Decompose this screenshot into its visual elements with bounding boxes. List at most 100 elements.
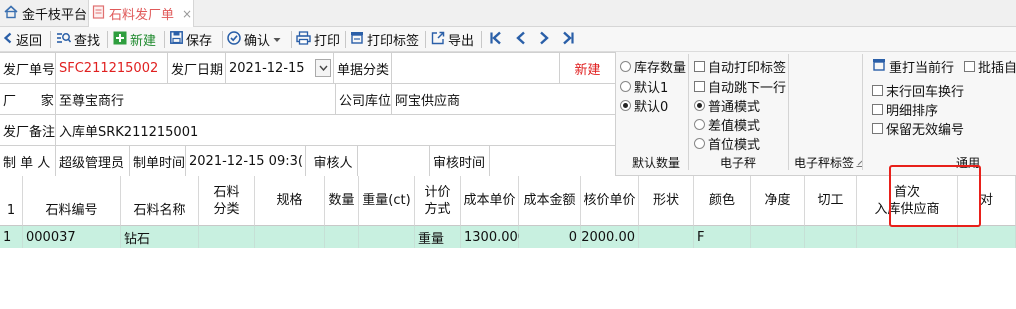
column-header-stone-code[interactable]: 石料编号 — [23, 176, 121, 226]
scale-mode-first[interactable]: 首位模式 — [694, 134, 760, 153]
first-record-button[interactable] — [489, 27, 503, 52]
column-header-extra[interactable]: 对 — [958, 176, 1016, 226]
column-header-cut[interactable]: 切工 — [805, 176, 857, 226]
dropdown-caret-icon — [273, 32, 281, 47]
scale-mode-normal[interactable]: 普通模式 — [694, 96, 760, 115]
keep-invalid-no-checkbox[interactable]: 保留无效编号 — [872, 119, 964, 138]
radio-icon — [620, 81, 631, 92]
cell-check-price[interactable]: 2000.00 — [581, 226, 639, 248]
remark-field[interactable]: 入库单SRK211215001 — [56, 115, 616, 146]
column-header-row-num[interactable]: 1 — [0, 176, 23, 226]
auto-print-label-checkbox[interactable]: 自动打印标签 — [694, 57, 786, 76]
divider — [481, 31, 482, 48]
detail-sort-checkbox[interactable]: 明细排序 — [872, 100, 938, 119]
batch-insert-label: 批插自 — [978, 61, 1016, 76]
cell-cut[interactable] — [805, 226, 857, 248]
scale-label-group-label: 电子秤标签 — [794, 156, 855, 170]
divider — [291, 31, 292, 48]
factory-field[interactable]: 至尊宝商行 — [56, 84, 336, 115]
column-header-quantity[interactable]: 数量 — [325, 176, 359, 226]
export-label: 导出 — [448, 34, 475, 49]
column-header-pricing-method[interactable]: 计价 方式 — [415, 176, 461, 226]
factory-label: 厂 家 — [0, 84, 56, 115]
group-divider — [862, 54, 863, 170]
doc-class-field[interactable] — [392, 53, 560, 84]
cell-row-num[interactable]: 1 — [0, 226, 23, 248]
table-row[interactable]: 1 000037 钻石 重量 1300.000 0 2000.00 F — [0, 226, 1016, 248]
save-label: 保存 — [186, 34, 213, 49]
batch-insert-checkbox[interactable]: 批插自 — [964, 57, 1016, 76]
close-icon[interactable]: × — [182, 7, 192, 21]
chevron-right-icon — [538, 31, 550, 49]
detail-grid: 1 石料编号 石料名称 石料 分类 规格 数量 重量(ct) 计价 方式 成本单价 成本金额 核价单… — [0, 176, 1016, 309]
back-label: 返回 — [16, 34, 43, 49]
new-button[interactable]: 新建 — [113, 27, 156, 52]
auditor-field[interactable] — [358, 146, 430, 177]
confirm-button[interactable]: 确认 — [227, 27, 281, 52]
warehouse-field[interactable]: 阿宝供应商 — [392, 84, 616, 115]
print-label-button[interactable]: 打印标签 — [350, 27, 419, 52]
remark-label: 发厂备注 — [0, 115, 56, 146]
maker-field[interactable]: 超级管理员 — [56, 146, 130, 177]
cell-stone-class[interactable] — [199, 226, 255, 248]
make-time-field[interactable]: 2021-12-15 09:3( — [186, 146, 306, 177]
column-header-clarity[interactable]: 净度 — [751, 176, 805, 226]
cell-pricing-method[interactable]: 重量 — [415, 226, 461, 248]
column-header-cost-amount[interactable]: 成本金额 — [519, 176, 581, 226]
next-record-button[interactable] — [538, 27, 550, 52]
back-button[interactable]: 返回 — [3, 27, 42, 52]
home-icon — [4, 4, 18, 23]
cell-shape[interactable] — [639, 226, 694, 248]
cell-stone-code[interactable]: 000037 — [23, 226, 121, 248]
audit-time-field[interactable] — [490, 146, 616, 177]
doc-class-label: 单据分类 — [334, 53, 392, 84]
cell-clarity[interactable] — [751, 226, 805, 248]
checkbox-icon — [964, 61, 975, 72]
tab-platform[interactable]: 金千枝平台 — [4, 0, 87, 27]
last-row-newline-checkbox[interactable]: 末行回车换行 — [872, 81, 964, 100]
qty-option-default0[interactable]: 默认0 — [620, 96, 668, 115]
cell-quantity[interactable] — [325, 226, 359, 248]
column-header-color[interactable]: 颜色 — [694, 176, 751, 226]
column-header-spec[interactable]: 规格 — [255, 176, 325, 226]
last-record-button[interactable] — [561, 27, 575, 52]
date-field[interactable]: 2021-12-15 — [226, 53, 334, 84]
column-header-cost-price[interactable]: 成本单价 — [461, 176, 519, 226]
make-time-label: 制单时间 — [130, 146, 186, 177]
order-no-field[interactable]: SFC211215002 — [56, 53, 168, 84]
chevron-down-icon — [318, 65, 328, 71]
cell-cost-price[interactable]: 1300.000 — [461, 226, 526, 248]
cell-weight[interactable] — [359, 226, 415, 248]
cell-stone-name[interactable]: 钻石 — [121, 226, 199, 248]
auto-next-row-checkbox[interactable]: 自动跳下一行 — [694, 77, 786, 96]
auto-print-label-text: 自动打印标签 — [708, 61, 787, 76]
qty-option-stock[interactable]: 库存数量 — [620, 57, 686, 76]
reprint-row-button[interactable]: 重打当前行 — [872, 57, 954, 76]
divider — [164, 31, 165, 48]
column-header-stone-name[interactable]: 石料名称 — [121, 176, 199, 226]
export-button[interactable]: 导出 — [431, 27, 474, 52]
reprint-row-label: 重打当前行 — [889, 61, 955, 76]
column-header-first-supplier[interactable]: 首次 入库供应商 — [857, 176, 958, 226]
cell-spec[interactable] — [255, 226, 325, 248]
column-header-check-price[interactable]: 核价单价 — [581, 176, 639, 226]
print-button[interactable]: 打印 — [296, 27, 340, 52]
column-header-weight[interactable]: 重量(ct) — [359, 176, 415, 226]
save-button[interactable]: 保存 — [170, 27, 212, 52]
cell-extra[interactable] — [958, 226, 1016, 248]
toolbar: 返回 查找 新建 保存 确认 打印 打印标签 导出 — [0, 27, 1016, 52]
scale-mode-diff-label: 差值模式 — [708, 119, 761, 134]
scale-mode-diff[interactable]: 差值模式 — [694, 115, 760, 134]
qty-option-default1[interactable]: 默认1 — [620, 77, 668, 96]
cell-first-supplier[interactable] — [857, 226, 958, 248]
cell-color[interactable]: F — [694, 226, 751, 248]
printer-icon — [872, 58, 886, 75]
cell-cost-amount[interactable]: 0 — [519, 226, 581, 248]
save-icon — [170, 31, 183, 48]
column-header-shape[interactable]: 形状 — [639, 176, 694, 226]
previous-record-button[interactable] — [515, 27, 527, 52]
search-button[interactable]: 查找 — [56, 27, 100, 52]
column-header-stone-class[interactable]: 石料 分类 — [199, 176, 255, 226]
order-no-label: 发厂单号 — [0, 53, 56, 84]
date-dropdown-button[interactable] — [315, 59, 331, 77]
